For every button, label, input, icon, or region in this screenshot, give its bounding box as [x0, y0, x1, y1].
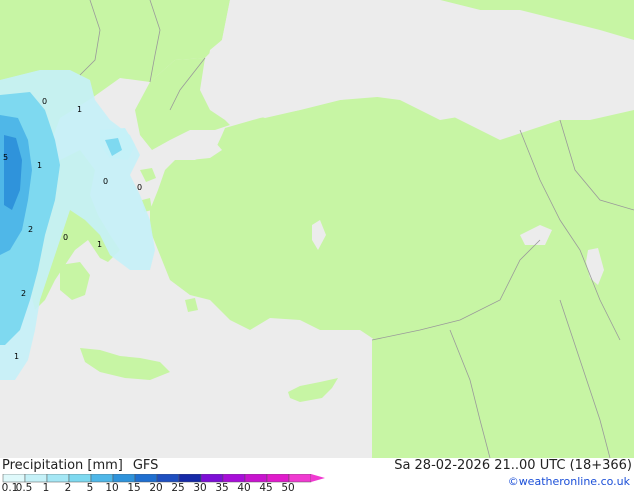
precip-label: 1 — [77, 105, 82, 114]
scale-swatch — [68, 474, 92, 483]
precip-label: 0 — [63, 233, 68, 242]
scale-swatch — [178, 474, 202, 483]
precip-label: 0 — [137, 183, 142, 192]
precip-label: 2 — [21, 289, 26, 298]
scale-swatch — [112, 474, 136, 483]
model-name: GFS — [132, 458, 159, 473]
scale-swatch — [156, 474, 180, 483]
scale-label: 45 — [259, 482, 273, 494]
scale-label: 20 — [149, 482, 163, 494]
precip-label: 1 — [14, 352, 19, 361]
scale-swatch — [90, 474, 114, 483]
legend-footer: Precipitation [mm] GFS Sa 28-02-2026 21..… — [0, 458, 634, 494]
scale-swatch — [288, 474, 312, 483]
precip-label: 1 — [97, 240, 102, 249]
precipitation-map[interactable]: 0 1 5 1 0 0 2 0 1 2 1 — [0, 0, 634, 458]
site-credit-link[interactable]: ©weatheronline.co.uk — [508, 475, 630, 488]
scale-swatch — [266, 474, 290, 483]
weather-map-page: 0 1 5 1 0 0 2 0 1 2 1 Precipitation [mm]… — [0, 0, 634, 494]
scale-label: 25 — [171, 482, 185, 494]
scale-label: 15 — [127, 482, 141, 494]
precip-label: 2 — [28, 225, 33, 234]
legend-title: Precipitation [mm] GFS — [2, 458, 158, 473]
valid-time: Sa 28-02-2026 21..00 UTC (18+366) — [394, 458, 632, 473]
scale-label: 50 — [281, 482, 295, 494]
scale-label: 2 — [64, 482, 72, 494]
scale-label: 5 — [86, 482, 94, 494]
scale-swatch — [134, 474, 158, 483]
scale-swatch — [46, 474, 70, 483]
scale-swatch — [244, 474, 268, 483]
legend-variable: Precipitation [mm] — [2, 458, 123, 473]
scale-label: 30 — [193, 482, 207, 494]
scale-swatch — [222, 474, 246, 483]
map-canvas: 0 1 5 1 0 0 2 0 1 2 1 — [0, 0, 634, 458]
scale-label: 1 — [42, 482, 50, 494]
scale-label: 35 — [215, 482, 229, 494]
scale-swatch — [2, 474, 26, 483]
precip-label: 5 — [3, 153, 8, 162]
precip-label: 0 — [103, 177, 108, 186]
scale-swatch — [200, 474, 224, 483]
scale-label: 0.5 — [15, 482, 33, 494]
scale-label: 10 — [105, 482, 119, 494]
scale-label: 40 — [237, 482, 251, 494]
scale-swatch — [24, 474, 48, 483]
precip-label: 1 — [37, 161, 42, 170]
color-scale-labels: 0.1 0.5 1 2 5 10 15 20 25 30 35 40 45 50 — [0, 482, 330, 494]
precip-label: 0 — [42, 97, 47, 106]
scale-overflow-arrow — [311, 474, 325, 482]
